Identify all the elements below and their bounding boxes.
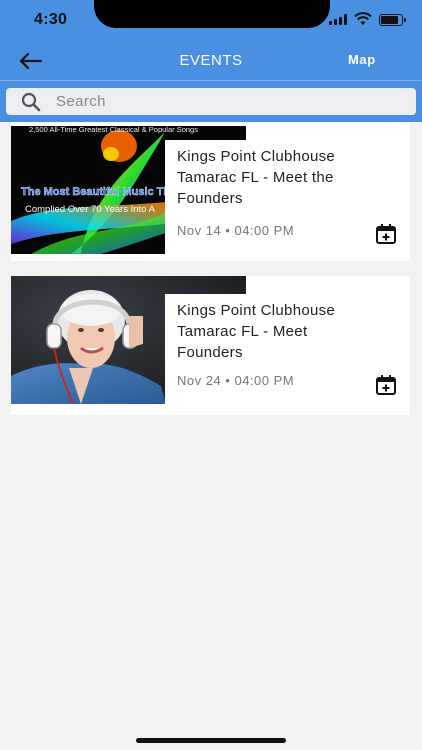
home-indicator[interactable] [136, 738, 286, 743]
header-divider [0, 80, 422, 81]
battery-icon [379, 14, 406, 26]
back-arrow-icon[interactable] [18, 49, 44, 73]
search-input[interactable] [56, 88, 406, 115]
map-button[interactable]: Map [348, 52, 376, 67]
event-info: Kings Point Clubhouse Tamarac FL - Meet … [165, 140, 410, 254]
event-title[interactable]: Kings Point Clubhouse Tamarac FL - Meet … [177, 300, 377, 363]
event-card[interactable]: 2,500 All-Time Greatest Classical & Popu… [11, 122, 410, 261]
wifi-icon [354, 12, 372, 25]
search-bar[interactable] [6, 88, 416, 115]
add-to-calendar-icon[interactable] [375, 374, 397, 396]
status-time: 4:30 [34, 11, 68, 28]
add-to-calendar-icon[interactable] [375, 223, 397, 245]
image-caption-top: 2,500 All-Time Greatest Classical & Popu… [29, 126, 198, 134]
image-caption-sub: Complied Over 70 Years Into A [25, 204, 156, 215]
app-header: 4:30 EVENTS Map [0, 0, 422, 122]
event-date: Nov 14 • 04:00 PM [177, 223, 295, 238]
event-info: Kings Point Clubhouse Tamarac FL - Meet … [165, 294, 410, 404]
device-notch [94, 0, 330, 28]
signal-icon [329, 14, 347, 25]
event-title[interactable]: Kings Point Clubhouse Tamarac FL - Meet … [177, 146, 377, 209]
event-card[interactable]: Kings Point Clubhouse Tamarac FL - Meet … [11, 276, 410, 415]
event-date: Nov 24 • 04:00 PM [177, 373, 295, 388]
search-icon [21, 92, 41, 112]
